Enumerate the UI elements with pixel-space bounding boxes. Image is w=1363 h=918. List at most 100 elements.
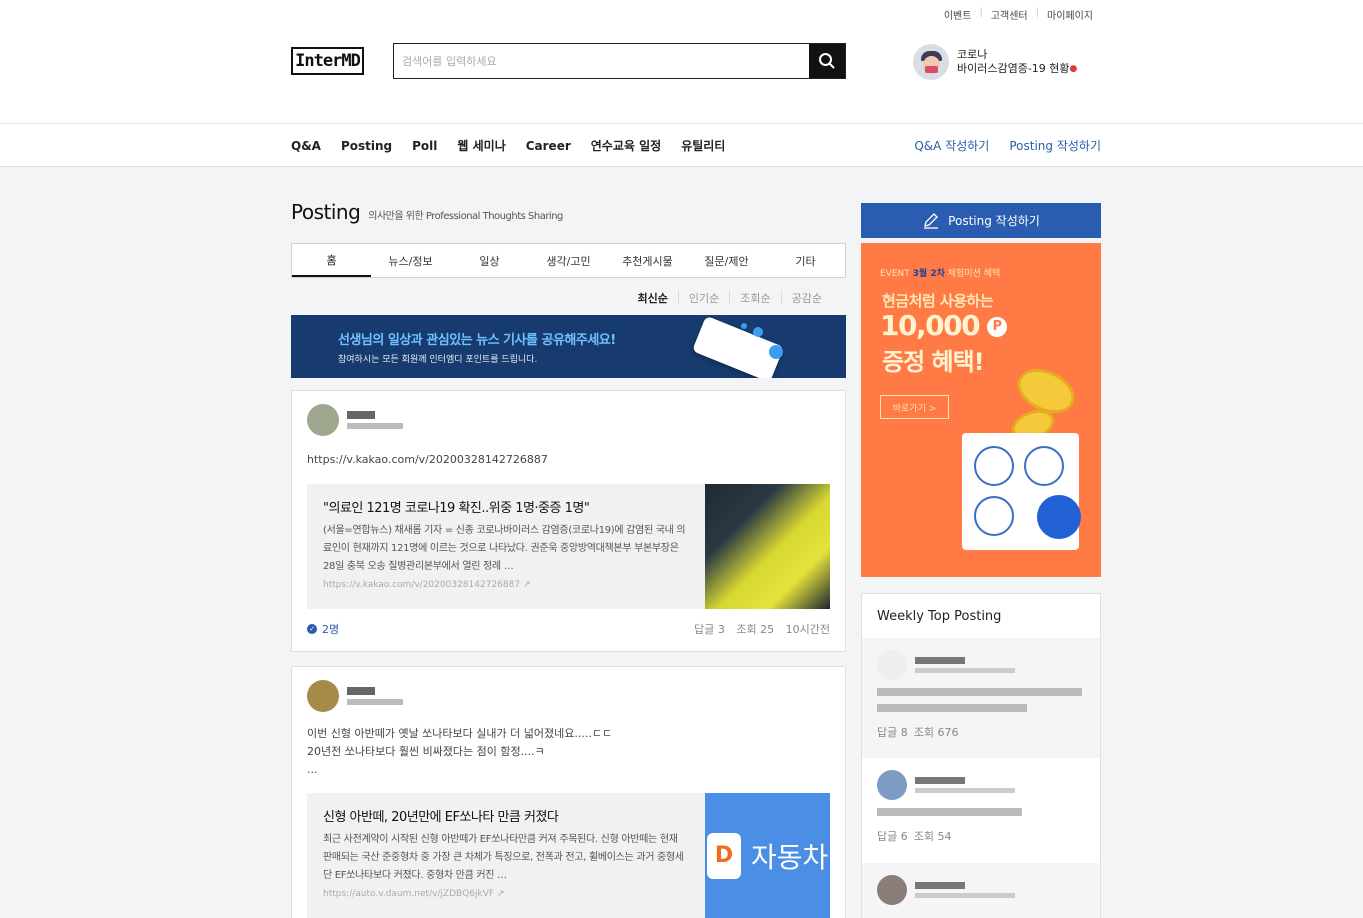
tab-thoughts[interactable]: 생각/고민 (529, 244, 608, 277)
link-preview[interactable]: 신형 아반떼, 20년만에 EF쏘나타 만큼 커졌다 최근 사전계약이 시작된 … (307, 793, 830, 918)
header: 이벤트 | 고객센터 | 마이페이지 InterMD 코로나 바이러스감염증-1… (0, 0, 1363, 124)
drop-decoration (769, 345, 783, 359)
weekly-top-posting: Weekly Top Posting 답글 8 조회 676 답글 6 조회 54 (861, 593, 1101, 918)
link-thumbnail (705, 484, 830, 609)
write-qa-link[interactable]: Q&A 작성하기 (914, 137, 989, 154)
title-blurred (877, 704, 1027, 712)
author-name-blurred (915, 657, 1015, 673)
search-input[interactable] (394, 44, 809, 78)
external-link-icon: ↗ (522, 580, 531, 590)
tab-questions[interactable]: 질문/제안 (687, 244, 766, 277)
nav-item-webseminar[interactable]: 웹 세미나 (457, 137, 505, 154)
author-name-blurred (347, 411, 403, 429)
view-count: 조회 54 (913, 830, 952, 843)
weekly-item[interactable]: 답글 8 조회 676 (862, 638, 1100, 758)
write-posting-link[interactable]: Posting 작성하기 (1009, 137, 1101, 154)
like-count-text: 2명 (322, 623, 340, 636)
sidebar: Posting 작성하기 EVENT 3월 2차 체험미션 혜택 현금처럼 사용… (861, 203, 1101, 918)
weekly-item[interactable]: 답글 6 조회 54 (862, 758, 1100, 863)
search-button[interactable] (809, 44, 845, 78)
drop-decoration (741, 323, 747, 329)
nav-write-links: Q&A 작성하기 Posting 작성하기 (894, 124, 1101, 167)
tab-home[interactable]: 홈 (292, 244, 371, 277)
covid-status-text: 코로나 바이러스감염증-19 현황● (957, 48, 1077, 76)
sort-views[interactable]: 조회순 (729, 290, 780, 305)
event-tag-highlight: 3월 2차 (912, 269, 945, 279)
util-link-mypage[interactable]: 마이페이지 (1039, 7, 1101, 22)
link-url-text: https://auto.v.daum.net/v/jZDBQ6jkVF (323, 889, 495, 899)
util-link-event[interactable]: 이벤트 (936, 7, 980, 22)
title-blurred (877, 808, 1022, 816)
share-banner[interactable]: 선생님의 일상과 관심있는 뉴스 기사를 공유해주세요! 참여하시는 모든 회원… (291, 315, 846, 378)
event-banner[interactable]: EVENT 3월 2차 체험미션 혜택 현금처럼 사용하는 10,000 P 증… (861, 243, 1101, 577)
page-title: Posting (291, 200, 361, 224)
covid-line2: 바이러스감염증-19 현황 (957, 62, 1070, 75)
link-url: https://auto.v.daum.net/v/jZDBQ6jkVF ↗ (323, 889, 689, 899)
link-preview[interactable]: "의료인 121명 코로나19 확진..위중 1명·중증 1명" (서울=연합뉴… (307, 484, 830, 609)
nav-item-utility[interactable]: 유틸리티 (681, 137, 725, 154)
event-tag-suffix: 체험미션 혜택 (947, 269, 1001, 279)
post-author[interactable] (307, 404, 403, 436)
nav-item-posting[interactable]: Posting (341, 139, 392, 153)
logo[interactable]: InterMD (291, 47, 364, 75)
event-cta-button[interactable]: 바로가기 > (880, 395, 949, 419)
sort-likes[interactable]: 공감순 (780, 290, 832, 305)
page-subtitle: 의사만을 위한 Professional Thoughts Sharing (368, 211, 563, 222)
search-icon (819, 53, 835, 69)
drop-decoration (753, 327, 763, 337)
like-count[interactable]: ✓ 2명 (307, 621, 339, 637)
weekly-title: Weekly Top Posting (877, 608, 1002, 624)
tab-recommended[interactable]: 추천게시물 (608, 244, 687, 277)
author-name-blurred (915, 777, 1015, 793)
title-blurred (877, 688, 1082, 696)
post-time: 10시간전 (785, 623, 830, 636)
tab-etc[interactable]: 기타 (766, 244, 845, 277)
nav-item-qa[interactable]: Q&A (291, 139, 321, 153)
check-icon: ✓ (307, 624, 317, 634)
covid-status-link[interactable]: 코로나 바이러스감염증-19 현황● (913, 44, 1077, 80)
view-count: 조회 676 (913, 726, 959, 739)
link-description: 최근 사전계약이 시작된 신형 아반떼가 EF쏘나타만큼 커져 주목된다. 신형… (323, 834, 684, 881)
stamp-handle-icon (1037, 495, 1081, 539)
main-nav: Q&A Posting Poll 웹 세미나 Career 연수교육 일정 유틸… (0, 124, 1363, 167)
avatar (877, 770, 907, 800)
reply-count: 답글 6 (877, 830, 908, 843)
weekly-item-stats: 답글 8 조회 676 (877, 724, 1085, 740)
tab-daily[interactable]: 일상 (450, 244, 529, 277)
nav-item-training[interactable]: 연수교육 일정 (591, 137, 661, 154)
sort-popular[interactable]: 인기순 (677, 290, 729, 305)
link-thumbnail: D 자동차 (705, 793, 830, 918)
event-line3: 증정 혜택! (882, 348, 985, 376)
link-url-text: https://v.kakao.com/v/20200328142726887 (323, 580, 521, 590)
post-body-line: 이번 신형 아반떼가 옛날 쏘나타보다 실내가 더 넓어졌네요.....ㄷㄷ (307, 727, 613, 740)
post-card[interactable]: https://v.kakao.com/v/20200328142726887 … (291, 390, 846, 652)
link-title: "의료인 121명 코로나19 확진..위중 1명·중증 1명" (323, 501, 590, 516)
doctor-avatar-icon (913, 44, 949, 80)
util-link-support[interactable]: 고객센터 (983, 7, 1036, 22)
view-count: 조회 25 (736, 623, 775, 636)
write-posting-button[interactable]: Posting 작성하기 (861, 203, 1101, 238)
post-author[interactable] (307, 680, 403, 712)
event-tag-prefix: EVENT (880, 269, 910, 279)
search-box (393, 43, 846, 79)
avatar (307, 680, 339, 712)
post-body-line: 20년전 쏘나타보다 훨씬 비싸졌다는 점이 함정....ㅋ (307, 745, 545, 758)
banner-sub: 참여하시는 모든 회원께 인터엠디 포인트를 드립니다. (338, 355, 538, 365)
post-card[interactable]: 이번 신형 아반떼가 옛날 쏘나타보다 실내가 더 넓어졌네요.....ㄷㄷ 2… (291, 666, 846, 918)
weekly-item[interactable] (862, 863, 1100, 918)
stamp-mark-icon (1024, 446, 1064, 486)
nav-item-career[interactable]: Career (526, 139, 571, 153)
sort-latest[interactable]: 최신순 (628, 290, 678, 305)
page-heading: Posting 의사만을 위한 Professional Thoughts Sh… (291, 200, 846, 226)
write-posting-label: Posting 작성하기 (948, 214, 1040, 228)
reply-count: 답글 3 (694, 623, 725, 636)
nav-item-poll[interactable]: Poll (412, 139, 437, 153)
utility-links: 이벤트 | 고객센터 | 마이페이지 (936, 7, 1101, 22)
covid-line1: 코로나 (957, 48, 988, 61)
weekly-item-stats: 답글 6 조회 54 (877, 828, 1085, 844)
link-title: 신형 아반떼, 20년만에 EF쏘나타 만큼 커졌다 (323, 810, 559, 825)
avatar (877, 875, 907, 905)
tab-news[interactable]: 뉴스/정보 (371, 244, 450, 277)
link-url: https://v.kakao.com/v/20200328142726887 … (323, 580, 689, 590)
stamp-mark-icon (974, 446, 1014, 486)
